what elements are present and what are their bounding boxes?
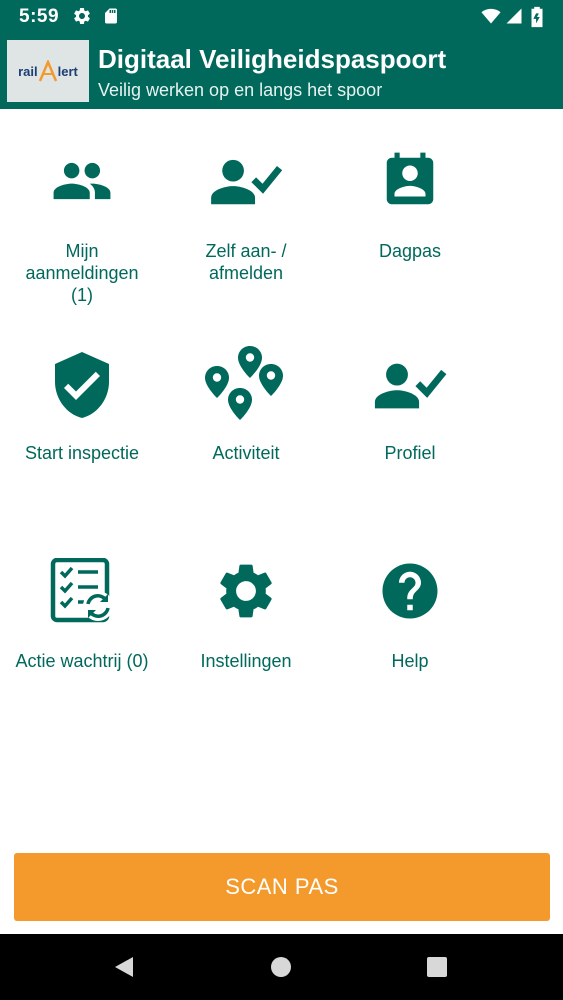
logo-alert-text: lert <box>57 63 78 79</box>
logo-a-icon <box>38 60 57 82</box>
badge-icon <box>386 152 434 205</box>
shield-check-icon <box>55 352 109 418</box>
menu-actie-wachtrij[interactable]: Actie wachtrij (0) <box>0 558 164 672</box>
menu-label: Actie wachtrij (0) <box>15 651 149 671</box>
wifi-icon <box>480 6 502 31</box>
menu-start-inspectie[interactable]: Start inspectie <box>0 346 164 464</box>
navigation-bar <box>0 934 563 1000</box>
menu-zelf-aan-afmelden[interactable]: Zelf aan- / afmelden <box>164 150 328 284</box>
menu-mijn-aanmeldingen[interactable]: Mijn aanmeldingen (1) <box>0 150 164 306</box>
status-bar: 5:59 <box>0 0 563 34</box>
app-bar: rail lert Digitaal Veiligheidspaspoort V… <box>0 34 563 109</box>
settings-status-icon <box>72 6 92 31</box>
checklist-sync-icon <box>50 558 113 623</box>
sd-card-icon <box>102 6 120 31</box>
location-pins-icon <box>205 346 283 420</box>
home-icon[interactable] <box>270 956 292 978</box>
menu-label: Help <box>391 651 429 671</box>
menu-label: Zelf aan- / afmelden <box>205 241 287 283</box>
menu-label: Start inspectie <box>24 443 140 463</box>
menu-label: Dagpas <box>378 241 442 261</box>
menu-help[interactable]: Help <box>328 558 492 672</box>
menu-instellingen[interactable]: Instellingen <box>164 558 328 672</box>
person-check-icon <box>374 363 447 409</box>
menu-label: Instellingen <box>200 651 292 671</box>
recents-icon[interactable] <box>426 956 448 978</box>
battery-icon <box>530 6 544 33</box>
menu-label: Activiteit <box>212 443 280 463</box>
signal-icon <box>505 6 523 31</box>
person-check-icon <box>211 159 283 205</box>
menu-activiteit[interactable]: Activiteit <box>164 346 328 464</box>
scan-pas-button[interactable]: SCAN PAS <box>14 853 550 921</box>
app-title: Digitaal Veiligheidspaspoort <box>98 44 447 74</box>
gear-icon <box>220 564 272 618</box>
menu-profiel[interactable]: Profiel <box>328 346 492 464</box>
logo-rail-text: rail <box>18 63 38 79</box>
menu-dagpas[interactable]: Dagpas <box>328 150 492 262</box>
people-icon <box>53 162 111 200</box>
menu-label: Mijn aanmeldingen (1) <box>25 241 139 305</box>
menu-label: Profiel <box>384 443 436 463</box>
app-subtitle: Veilig werken op en langs het spoor <box>98 80 383 100</box>
back-icon[interactable] <box>113 956 135 978</box>
help-icon <box>382 563 438 619</box>
status-time: 5:59 <box>19 6 60 27</box>
railalert-logo: rail lert <box>7 40 89 102</box>
